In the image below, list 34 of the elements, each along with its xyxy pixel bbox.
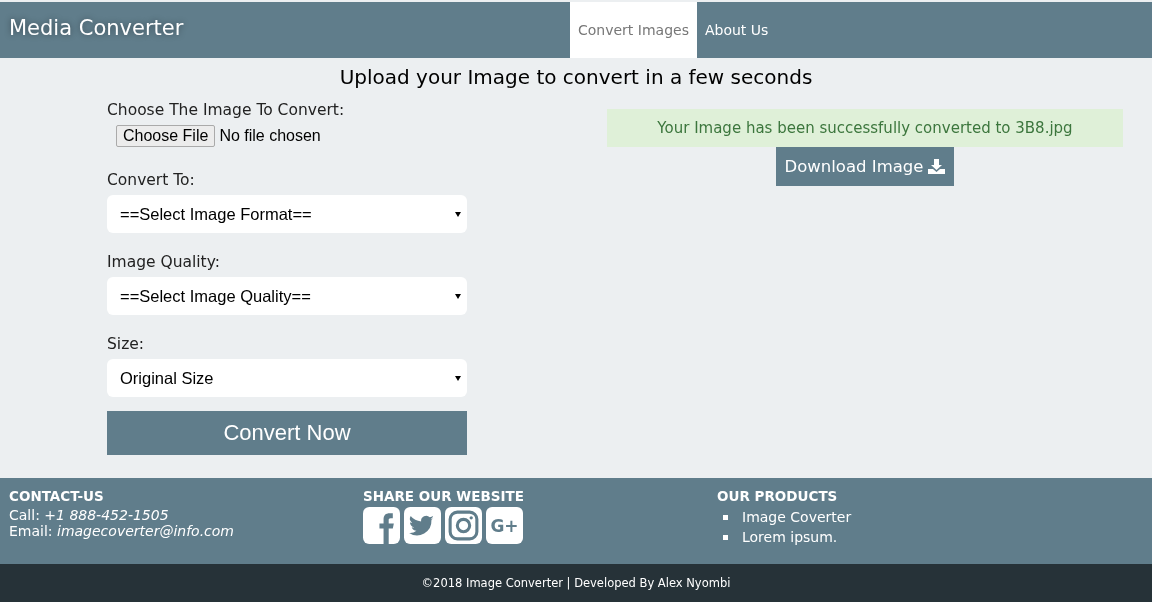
caret-icon: [455, 211, 461, 217]
caret-icon: [455, 375, 461, 381]
product-item: Image Coverter: [742, 509, 852, 525]
copyright-text: ©2018 Image Converter | Developed By Alex Nyombi: [421, 576, 731, 590]
download-button[interactable]: Download Image: [775, 147, 955, 186]
success-alert: Your Image has been successfully converted to 3B8.jpg: [607, 109, 1123, 147]
field-label: Convert To:: [107, 171, 196, 189]
field-label: Choose The Image To Convert:: [107, 101, 346, 119]
page-heading: Upload your Image to convert in a few seconds: [338, 65, 814, 89]
select-field[interactable]: Original Size: [107, 359, 467, 397]
brand-title[interactable]: Media Converter: [0, 2, 570, 58]
footer-heading: OUR PRODUCTS: [717, 488, 839, 504]
facebook-icon[interactable]: [363, 507, 400, 544]
contact-line: Call: +1 888-452-1505: [9, 507, 170, 523]
product-item: Lorem ipsum.: [742, 529, 838, 545]
footer-heading: CONTACT-US: [9, 488, 105, 504]
footer-heading: SHARE OUR WEBSITE: [363, 488, 525, 504]
share-button[interactable]: G+: [486, 507, 523, 544]
bullet-icon: [723, 514, 728, 520]
convert-button[interactable]: Convert Now: [107, 411, 467, 455]
nav-tab[interactable]: Convert Images: [570, 2, 697, 58]
camera-icon[interactable]: [445, 507, 482, 544]
nav-tab[interactable]: About Us: [696, 2, 777, 58]
contact-line: Email: imagecoverter@info.com: [9, 523, 235, 539]
field-label: Size:: [107, 335, 146, 353]
file-status: No file chosen: [219, 127, 321, 145]
bullet-icon: [723, 534, 728, 540]
download-icon: [928, 159, 946, 174]
caret-icon: [455, 293, 461, 299]
bird-icon[interactable]: [404, 507, 441, 544]
select-field[interactable]: ==Select Image Quality==: [107, 277, 467, 315]
field-label: Image Quality:: [107, 253, 221, 271]
select-field[interactable]: ==Select Image Format==: [107, 195, 467, 233]
choose-file-button[interactable]: Choose File: [116, 125, 216, 147]
